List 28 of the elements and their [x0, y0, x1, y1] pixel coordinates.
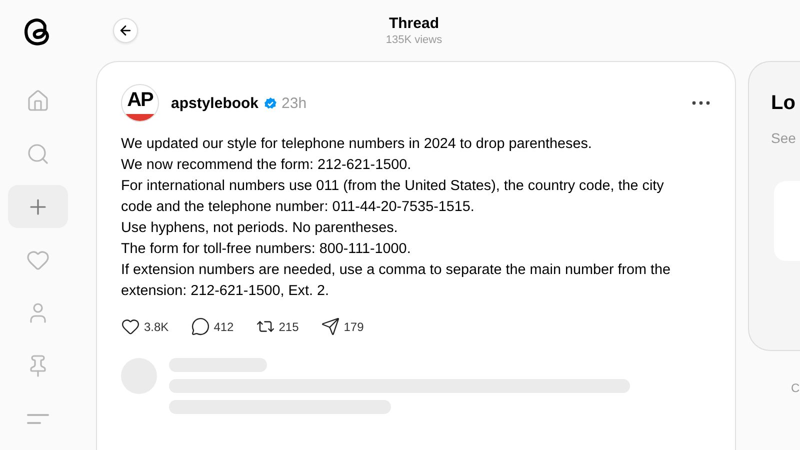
author-name[interactable]: apstylebook	[171, 94, 259, 112]
action-button[interactable]: 215	[256, 317, 299, 336]
comment-icon	[190, 317, 210, 336]
menu-icon	[27, 412, 49, 425]
card-text: See	[771, 130, 797, 146]
back-button[interactable]	[113, 18, 138, 43]
post-text: Use hyphens, not periods. No parentheses.	[121, 219, 399, 238]
post-time: 23h	[282, 94, 307, 112]
send-icon	[320, 317, 340, 336]
nav-button[interactable]	[8, 185, 68, 228]
post-text: The form for toll-free numbers: 800-111-1000.	[121, 240, 412, 259]
home-icon	[26, 88, 50, 113]
action-button[interactable]: 179	[320, 317, 364, 336]
action-button[interactable]: 412	[190, 317, 234, 336]
post-text: For international numbers use 011 (from the United States), the country code, the city code and the telephone number: 011-44-20-7535-1515.	[121, 177, 665, 217]
avatar[interactable]: AP	[121, 84, 159, 122]
post-text: If extension numbers are needed, use a comma to separate the main number from the extension: 212-621-1500, Ext. 2.	[121, 261, 672, 301]
card-title: Lo	[771, 92, 796, 115]
post-text: We updated our style for telephone numbers in 2024 to drop parentheses.	[121, 135, 593, 154]
more-icon[interactable]	[692, 101, 710, 105]
post-text: We now recommend the form: 212-621-1500.	[121, 156, 412, 175]
page-title: Thread	[388, 15, 439, 32]
action-button[interactable]: 3.8K	[121, 317, 169, 336]
heart-icon	[121, 317, 140, 336]
footer-text: C	[791, 381, 800, 395]
back-icon	[118, 23, 133, 38]
search-icon	[26, 142, 50, 166]
view-count: 135K views	[386, 34, 442, 46]
